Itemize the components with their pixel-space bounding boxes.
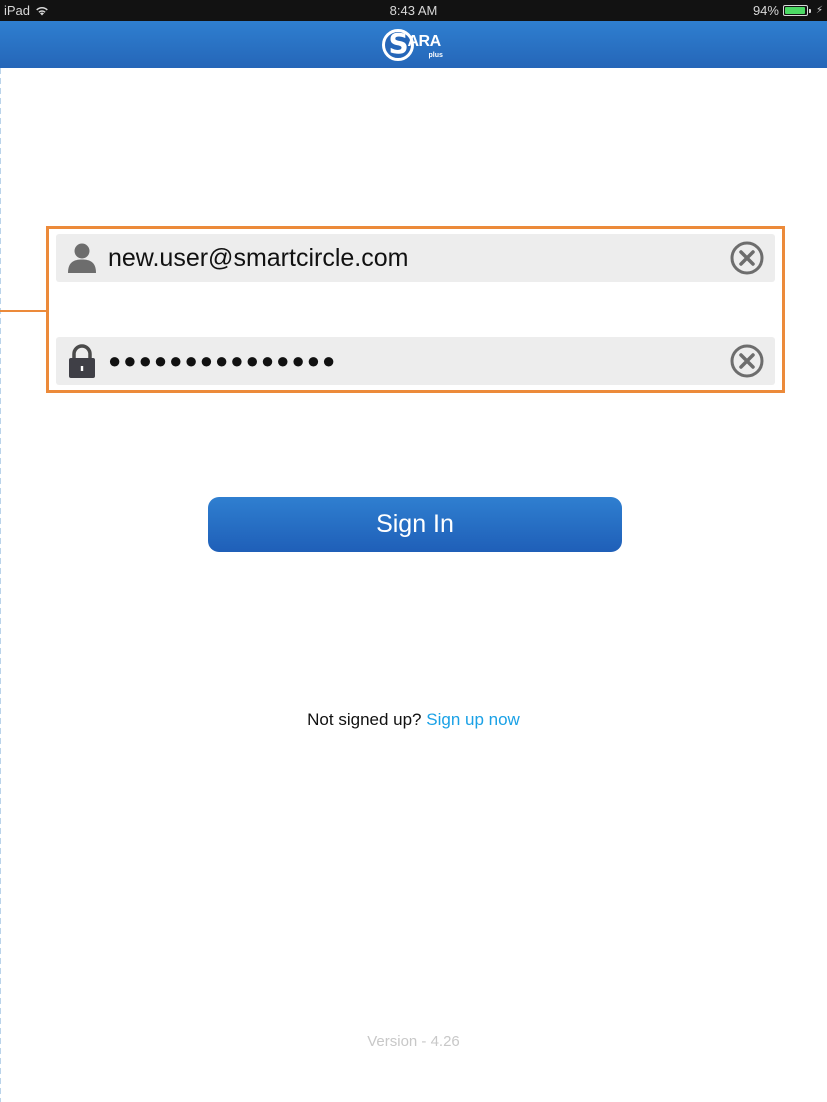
- version-label: Version - 4.26: [367, 1033, 460, 1050]
- clear-circle-icon: [730, 241, 764, 275]
- sign-up-link[interactable]: Sign up now: [426, 710, 520, 729]
- signup-prompt: Not signed up?: [307, 710, 427, 729]
- clear-password-button[interactable]: [719, 337, 775, 385]
- signup-row: Not signed up? Sign up now: [0, 710, 827, 730]
- username-input[interactable]: new.user@smartcircle.com: [108, 234, 719, 282]
- status-bar: iPad 8:43 AM 94% ⚡: [0, 0, 827, 21]
- sara-plus-logo: S ARA plus: [381, 25, 446, 65]
- logo-subtext: plus: [428, 51, 443, 59]
- password-field[interactable]: ●●●●●●●●●●●●●●●: [56, 337, 775, 385]
- charging-bolt-icon: ⚡: [815, 5, 823, 16]
- highlight-leader-line: [0, 310, 47, 312]
- logo-text: ARA: [407, 32, 442, 50]
- sign-in-button[interactable]: Sign In: [208, 497, 622, 552]
- login-screen: iPad 8:43 AM 94% ⚡ S ARA plus new.user@s…: [0, 0, 827, 1102]
- user-icon: [56, 234, 108, 282]
- status-right: 94% ⚡: [753, 3, 823, 18]
- clear-username-button[interactable]: [719, 234, 775, 282]
- status-time: 8:43 AM: [389, 3, 438, 18]
- battery-fill: [784, 7, 805, 14]
- username-field[interactable]: new.user@smartcircle.com: [56, 234, 775, 282]
- logo-initial: S: [388, 26, 409, 60]
- lock-icon: [56, 337, 108, 385]
- clear-circle-icon: [730, 344, 764, 378]
- battery-icon: [782, 5, 811, 16]
- password-input[interactable]: ●●●●●●●●●●●●●●●: [108, 337, 719, 385]
- nav-bar: S ARA plus: [0, 21, 827, 68]
- battery-percent: 94%: [752, 3, 779, 18]
- left-guide-line: [0, 68, 1, 1102]
